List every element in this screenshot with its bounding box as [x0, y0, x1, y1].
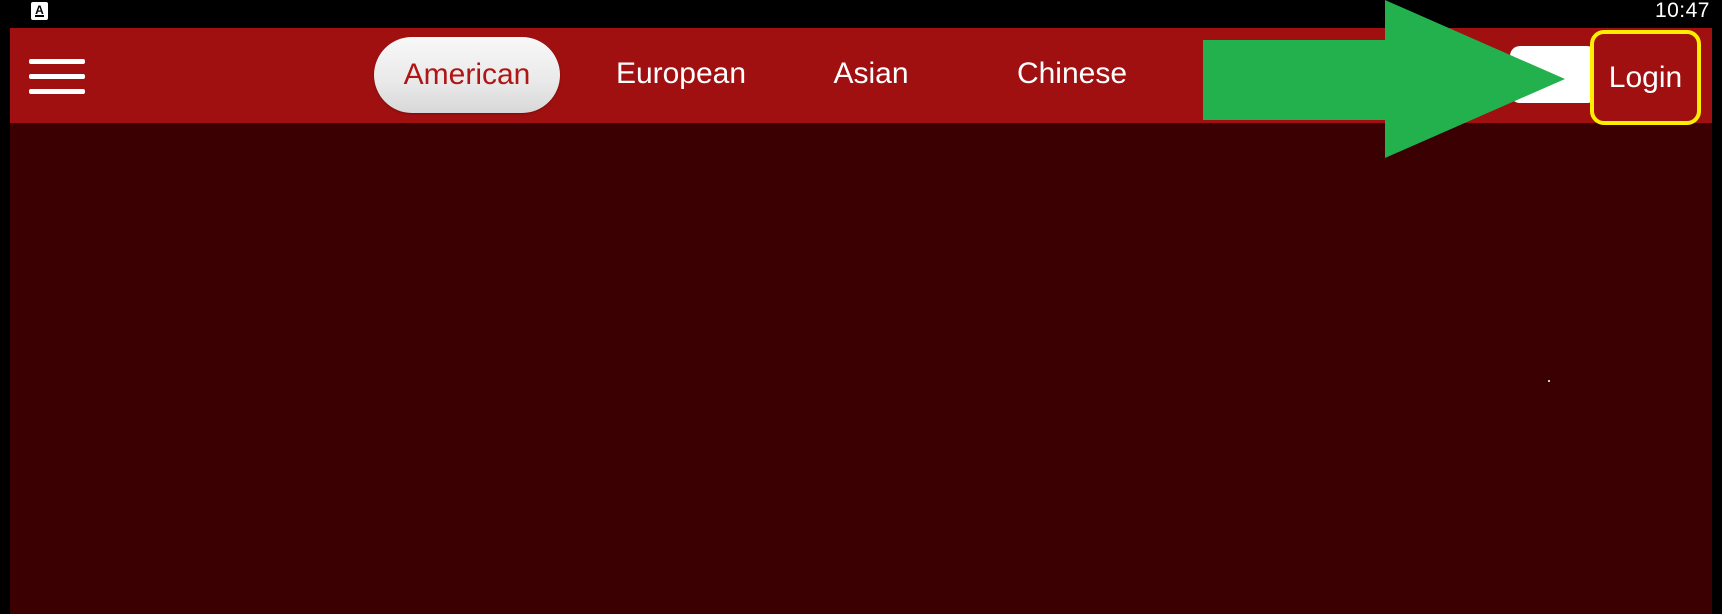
hamburger-menu-icon[interactable]: [29, 59, 85, 95]
stray-pixel: [1548, 380, 1550, 382]
app-notification-letter: A: [35, 3, 44, 17]
screen: A 10:47 American European Asian Chinese …: [0, 0, 1722, 614]
arrow-shape: [1203, 0, 1565, 158]
tab-chinese[interactable]: Chinese: [997, 36, 1147, 112]
status-time: 10:47: [1654, 0, 1710, 22]
app-notification-icon: A: [31, 2, 48, 20]
menu-line: [29, 89, 85, 94]
green-arrow-annotation: [1203, 0, 1565, 158]
login-button[interactable]: Login: [1590, 30, 1701, 125]
menu-line: [29, 74, 85, 79]
tab-asian[interactable]: Asian: [816, 36, 926, 112]
tab-american[interactable]: American: [374, 37, 560, 113]
tab-european[interactable]: European: [596, 36, 766, 112]
menu-line: [29, 59, 85, 64]
login-label: Login: [1608, 61, 1683, 94]
